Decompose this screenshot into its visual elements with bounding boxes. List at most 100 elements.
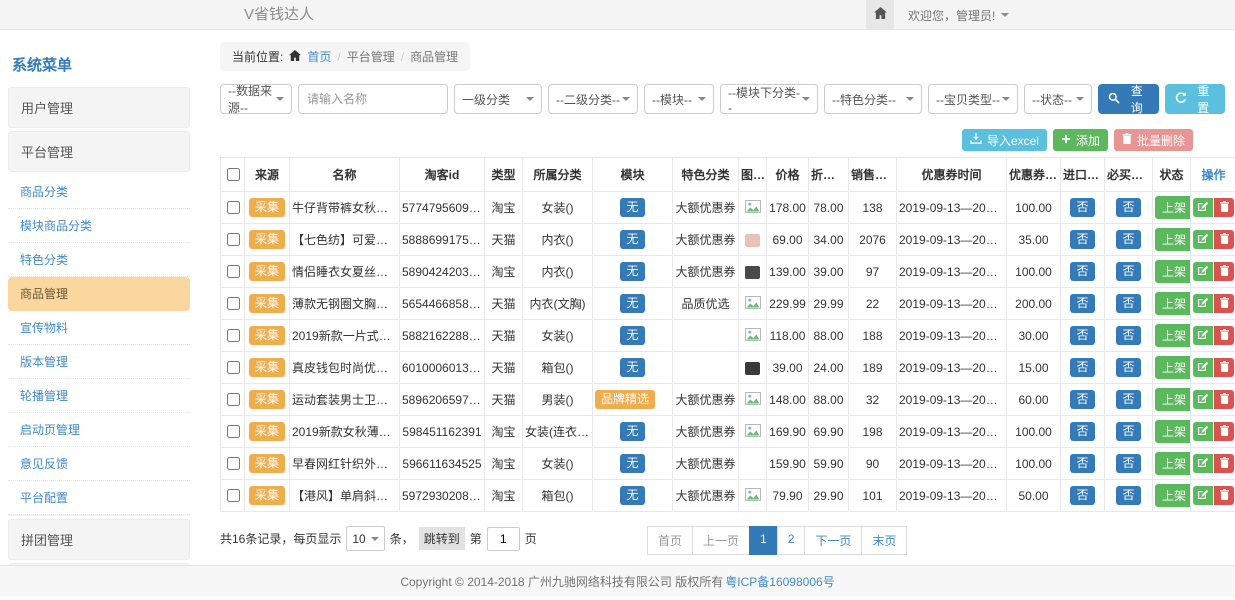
delete-button[interactable] — [1214, 326, 1234, 345]
row-checkbox[interactable] — [227, 201, 240, 214]
page-button-1[interactable]: 1 — [749, 526, 778, 555]
must-buy-flag-badge[interactable]: 否 — [1116, 390, 1140, 409]
row-checkbox[interactable] — [227, 425, 240, 438]
import-flag-badge[interactable]: 否 — [1070, 230, 1094, 249]
row-checkbox[interactable] — [227, 265, 240, 278]
must-buy-flag-badge[interactable]: 否 — [1116, 454, 1140, 473]
status-on-shelf-button[interactable]: 上架 — [1155, 388, 1191, 411]
home-button[interactable] — [866, 0, 894, 30]
edit-button[interactable] — [1193, 358, 1213, 377]
filter-module-subcategory-select[interactable]: --模块下分类-- — [720, 84, 818, 114]
reset-button[interactable]: 重置 — [1165, 84, 1226, 114]
sidebar-item-platform-management[interactable]: 平台管理 — [8, 131, 190, 172]
status-on-shelf-button[interactable]: 上架 — [1155, 228, 1191, 251]
row-checkbox[interactable] — [227, 457, 240, 470]
import-flag-badge[interactable]: 否 — [1070, 390, 1094, 409]
icp-link[interactable]: 粤ICP备16098006号 — [725, 573, 834, 590]
must-buy-flag-badge[interactable]: 否 — [1116, 326, 1140, 345]
edit-button[interactable] — [1193, 326, 1213, 345]
row-checkbox[interactable] — [227, 361, 240, 374]
delete-button[interactable] — [1214, 454, 1234, 473]
must-buy-flag-badge[interactable]: 否 — [1116, 358, 1140, 377]
user-menu[interactable]: 欢迎您，管理员! — [908, 7, 1009, 24]
status-on-shelf-button[interactable]: 上架 — [1155, 452, 1191, 475]
filter-module-select[interactable]: --模块-- — [644, 84, 714, 114]
page-number-input[interactable] — [487, 527, 520, 551]
row-checkbox[interactable] — [227, 233, 240, 246]
import-flag-badge[interactable]: 否 — [1070, 326, 1094, 345]
search-button[interactable]: 查询 — [1098, 84, 1159, 114]
sidebar-subitem-active[interactable]: 商品管理 — [8, 277, 190, 311]
per-page-select[interactable]: 10 — [346, 526, 384, 551]
sidebar-subitem-link[interactable]: 宣传物料 — [8, 311, 190, 345]
delete-button[interactable] — [1214, 294, 1234, 313]
sidebar-subitem-link[interactable]: 特色分类 — [8, 243, 190, 277]
name-search-input[interactable] — [298, 84, 448, 114]
must-buy-flag-badge[interactable]: 否 — [1116, 230, 1140, 249]
status-on-shelf-button[interactable]: 上架 — [1155, 420, 1191, 443]
status-on-shelf-button[interactable]: 上架 — [1155, 292, 1191, 315]
status-on-shelf-button[interactable]: 上架 — [1155, 196, 1191, 219]
sidebar-subitem-link[interactable]: 轮播管理 — [8, 379, 190, 413]
import-excel-button[interactable]: 导入excel — [962, 129, 1047, 151]
breadcrumb-home-link[interactable]: 首页 — [307, 48, 331, 65]
sidebar-subitem-link[interactable]: 启动页管理 — [8, 413, 190, 447]
sidebar-item[interactable]: 拼团管理 — [8, 519, 190, 560]
status-on-shelf-button[interactable]: 上架 — [1155, 260, 1191, 283]
select-all-checkbox[interactable] — [227, 168, 240, 181]
sidebar-subitem-link[interactable]: 平台配置 — [8, 481, 190, 515]
must-buy-flag-badge[interactable]: 否 — [1116, 294, 1140, 313]
import-flag-badge[interactable]: 否 — [1070, 358, 1094, 377]
filter-status-select[interactable]: --状态-- — [1024, 84, 1092, 114]
page-button-上一页[interactable]: 上一页 — [692, 526, 750, 555]
page-button-末页[interactable]: 末页 — [861, 526, 907, 555]
filter-feature-category-select[interactable]: --特色分类-- — [824, 84, 922, 114]
edit-button[interactable] — [1193, 486, 1213, 505]
filter-data-source-select[interactable]: --数据来源-- — [220, 84, 292, 114]
must-buy-flag-badge[interactable]: 否 — [1116, 262, 1140, 281]
row-checkbox[interactable] — [227, 393, 240, 406]
must-buy-flag-badge[interactable]: 否 — [1116, 422, 1140, 441]
delete-button[interactable] — [1214, 358, 1234, 377]
status-on-shelf-button[interactable]: 上架 — [1155, 356, 1191, 379]
delete-button[interactable] — [1214, 230, 1234, 249]
row-checkbox[interactable] — [227, 329, 240, 342]
sidebar-item-user-management[interactable]: 用户管理 — [8, 87, 190, 128]
status-on-shelf-button[interactable]: 上架 — [1155, 484, 1191, 507]
filter-level2-category-select[interactable]: --二级分类-- — [548, 84, 638, 114]
import-flag-badge[interactable]: 否 — [1070, 262, 1094, 281]
delete-button[interactable] — [1214, 486, 1234, 505]
page-button-下一页[interactable]: 下一页 — [804, 526, 862, 555]
must-buy-flag-badge[interactable]: 否 — [1116, 198, 1140, 217]
filter-item-type-select[interactable]: --宝贝类型-- — [928, 84, 1018, 114]
edit-button[interactable] — [1193, 230, 1213, 249]
import-flag-badge[interactable]: 否 — [1070, 422, 1094, 441]
edit-button[interactable] — [1193, 422, 1213, 441]
import-flag-badge[interactable]: 否 — [1070, 294, 1094, 313]
status-on-shelf-button[interactable]: 上架 — [1155, 324, 1191, 347]
import-flag-badge[interactable]: 否 — [1070, 198, 1094, 217]
sidebar-subitem-link[interactable]: 商品分类 — [8, 175, 190, 209]
import-flag-badge[interactable]: 否 — [1070, 454, 1094, 473]
jump-to-button[interactable]: 跳转到 — [419, 527, 465, 550]
delete-button[interactable] — [1214, 262, 1234, 281]
delete-button[interactable] — [1214, 198, 1234, 217]
sidebar-subitem-link[interactable]: 意见反馈 — [8, 447, 190, 481]
edit-button[interactable] — [1193, 262, 1213, 281]
sidebar-subitem-link[interactable]: 模块商品分类 — [8, 209, 190, 243]
delete-button[interactable] — [1214, 390, 1234, 409]
row-checkbox[interactable] — [227, 297, 240, 310]
batch-delete-button[interactable]: 批量删除 — [1114, 129, 1193, 151]
edit-button[interactable] — [1193, 390, 1213, 409]
edit-button[interactable] — [1193, 198, 1213, 217]
page-button-2[interactable]: 2 — [777, 526, 806, 555]
delete-button[interactable] — [1214, 422, 1234, 441]
filter-level1-category-select[interactable]: 一级分类 — [454, 84, 542, 114]
sidebar-subitem-link[interactable]: 版本管理 — [8, 345, 190, 379]
edit-button[interactable] — [1193, 294, 1213, 313]
import-flag-badge[interactable]: 否 — [1070, 486, 1094, 505]
row-checkbox[interactable] — [227, 489, 240, 502]
must-buy-flag-badge[interactable]: 否 — [1116, 486, 1140, 505]
add-button[interactable]: 添加 — [1053, 129, 1108, 151]
page-button-首页[interactable]: 首页 — [647, 526, 693, 555]
